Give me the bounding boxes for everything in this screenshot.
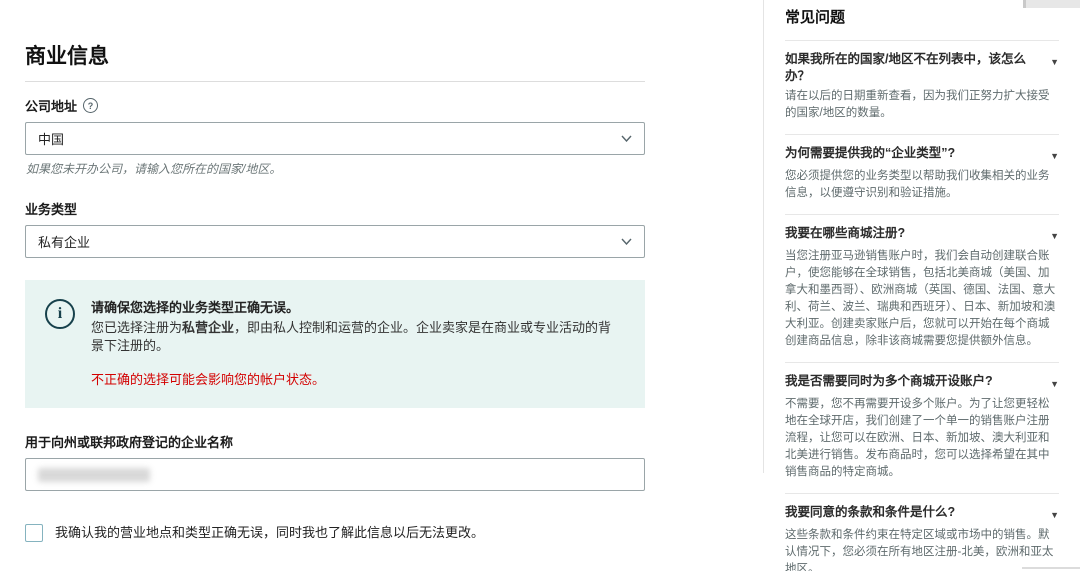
notice-content: 请确保您选择的业务类型正确无误。 您已选择注册为私营企业，即由私人控制和运营的企… [91,299,623,388]
notice-body-prefix: 您已选择注册为 [91,320,183,335]
caret-down-icon: ▼ [1050,231,1059,241]
caret-down-icon: ▼ [1050,57,1059,67]
faq-answer-text: 这些条款和条件约束在特定区域或市场中的销售。默认情况下，您必须在所有地区注册-北… [785,529,1054,571]
faq-question-toggle[interactable]: 为何需要提供我的“企业类型”? ▼ [785,145,1059,165]
faq-item: 我要同意的条款和条件是什么? ▼ 这些条款和条件约束在特定区域或市场中的销售。默… [785,494,1059,571]
business-type-label: 业务类型 [25,202,78,217]
faq-question-text: 为何需要提供我的“企业类型”? [785,146,956,160]
business-information-page: 商业信息 公司地址 ? 中国 如果您未开办公司，请输入您所在的国家/地区。 业务… [0,0,1080,571]
caret-down-icon: ▼ [1050,510,1059,520]
confirm-checkbox-label: 我确认我的营业地点和类型正确无误，同时我也了解此信息以后无法更改。 [55,525,485,540]
chevron-down-icon [621,135,632,142]
confirm-checkbox-row: 我确认我的营业地点和类型正确无误，同时我也了解此信息以后无法更改。 [25,524,707,542]
business-info-form: 商业信息 公司地址 ? 中国 如果您未开办公司，请输入您所在的国家/地区。 业务… [25,40,707,571]
company-address-value: 中国 [38,132,65,147]
notice-warning: 不正确的选择可能会影响您的帐户状态。 [91,372,326,387]
notice-heading: 请确保您选择的业务类型正确无误。 [91,300,300,315]
business-name-input[interactable] [25,458,645,491]
faq-sidebar: 常见问题 如果我所在的国家/地区不在列表中，该怎么办？ ▼ 请在以后的日期重新查… [785,6,1059,571]
faq-answer-text: 您必须提供您的业务类型以帮助我们收集相关的业务信息，以便遵守识别和验证措施。 [785,170,1050,199]
horizontal-scrollbar-fragment[interactable] [1023,0,1080,8]
faq-question-toggle[interactable]: 我要在哪些商城注册? ▼ [785,225,1059,245]
faq-item: 我要在哪些商城注册? ▼ 当您注册亚马逊销售账户时，我们会自动创建联合账户，使您… [785,215,1059,363]
faq-question-text: 我要在哪些商城注册? [785,226,906,240]
faq-answer-text: 当您注册亚马逊销售账户时，我们会自动创建联合账户，使您能够在全球销售，包括北美商… [785,250,1056,347]
content-sidebar-divider [763,0,764,473]
caret-down-icon: ▼ [1050,379,1059,389]
faq-question-toggle[interactable]: 如果我所在的国家/地区不在列表中，该怎么办？ ▼ [785,51,1059,85]
redacted-business-name [38,467,150,482]
faq-item: 我是否需要同时为多个商城开设账户? ▼ 不需要，您不再需要开设多个账户。为了让您… [785,363,1059,494]
page-title: 商业信息 [25,45,109,68]
faq-answer-text: 请在以后的日期重新查看，因为我们正努力扩大接受的国家/地区的数量。 [785,90,1050,119]
faq-item: 如果我所在的国家/地区不在列表中，该怎么办？ ▼ 请在以后的日期重新查看，因为我… [785,41,1059,135]
company-address-select[interactable]: 中国 [25,122,645,155]
company-address-label-row: 公司地址 ? [25,96,707,115]
faq-question-text: 我要同意的条款和条件是什么? [785,505,956,519]
business-type-value: 私有企业 [38,235,91,250]
faq-title: 常见问题 [785,6,1059,41]
business-type-notice: i 请确保您选择的业务类型正确无误。 您已选择注册为私营企业，即由私人控制和运营… [25,280,645,408]
info-icon: i [45,299,75,329]
horizontal-scrollbar-fragment[interactable] [1022,567,1080,569]
caret-down-icon: ▼ [1050,151,1059,161]
business-name-label: 用于向州或联邦政府登记的企业名称 [25,435,234,450]
faq-question-toggle[interactable]: 我要同意的条款和条件是什么? ▼ [785,504,1059,524]
faq-question-toggle[interactable]: 我是否需要同时为多个商城开设账户? ▼ [785,373,1059,393]
help-tooltip-icon[interactable]: ? [83,98,99,113]
company-address-label: 公司地址 [25,99,78,114]
faq-answer-text: 不需要，您不再需要开设多个账户。为了让您更轻松地在全球开店，我们创建了一个单一的… [785,398,1050,478]
company-address-helper: 如果您未开办公司，请输入您所在的国家/地区。 [26,162,282,176]
chevron-down-icon [621,238,632,245]
faq-question-text: 如果我所在的国家/地区不在列表中，该怎么办？ [785,52,1026,83]
confirm-checkbox[interactable] [25,524,43,542]
faq-question-text: 我是否需要同时为多个商城开设账户? [785,374,993,388]
title-divider [25,81,645,82]
notice-body-bold: 私营企业 [182,320,235,335]
notice-body: 您已选择注册为私营企业，即由私人控制和运营的企业。企业卖家是在商业或专业活动的背… [91,319,623,355]
business-type-select[interactable]: 私有企业 [25,225,645,258]
faq-item: 为何需要提供我的“企业类型”? ▼ 您必须提供您的业务类型以帮助我们收集相关的业… [785,135,1059,215]
